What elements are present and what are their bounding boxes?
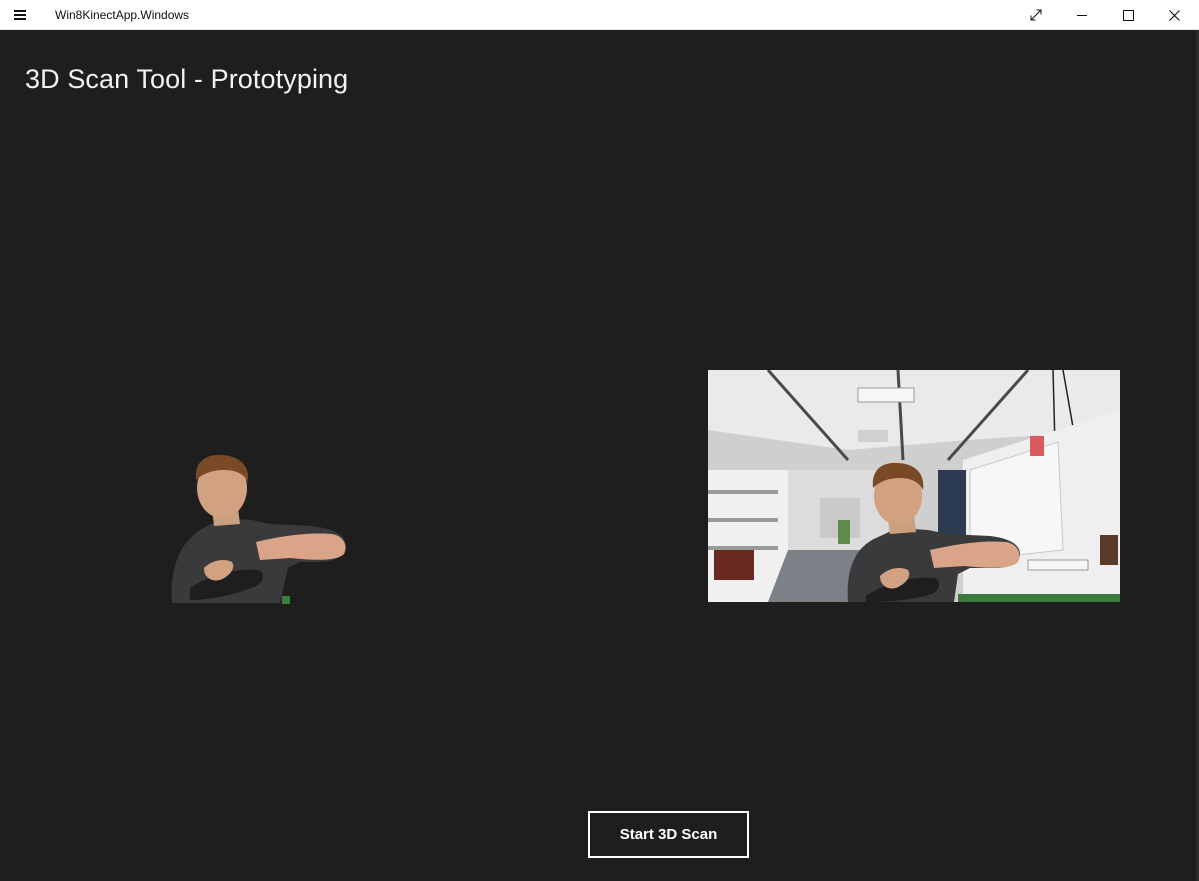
minimize-icon[interactable] (1059, 0, 1105, 30)
start-3d-scan-button[interactable]: Start 3D Scan (588, 811, 749, 858)
close-icon[interactable] (1151, 0, 1197, 30)
window-title: Win8KinectApp.Windows (55, 8, 190, 22)
body-segmentation-image (160, 450, 360, 605)
app-window: Win8KinectApp.Windows 3D Scan Tool - Pro… (0, 0, 1199, 881)
page-title: 3D Scan Tool - Prototyping (25, 64, 349, 94)
maximize-icon[interactable] (1105, 0, 1151, 30)
color-camera-image (708, 370, 1120, 602)
fullscreen-icon[interactable] (1013, 0, 1059, 30)
title-bar: Win8KinectApp.Windows (0, 0, 1199, 30)
hamburger-icon[interactable] (0, 0, 40, 30)
